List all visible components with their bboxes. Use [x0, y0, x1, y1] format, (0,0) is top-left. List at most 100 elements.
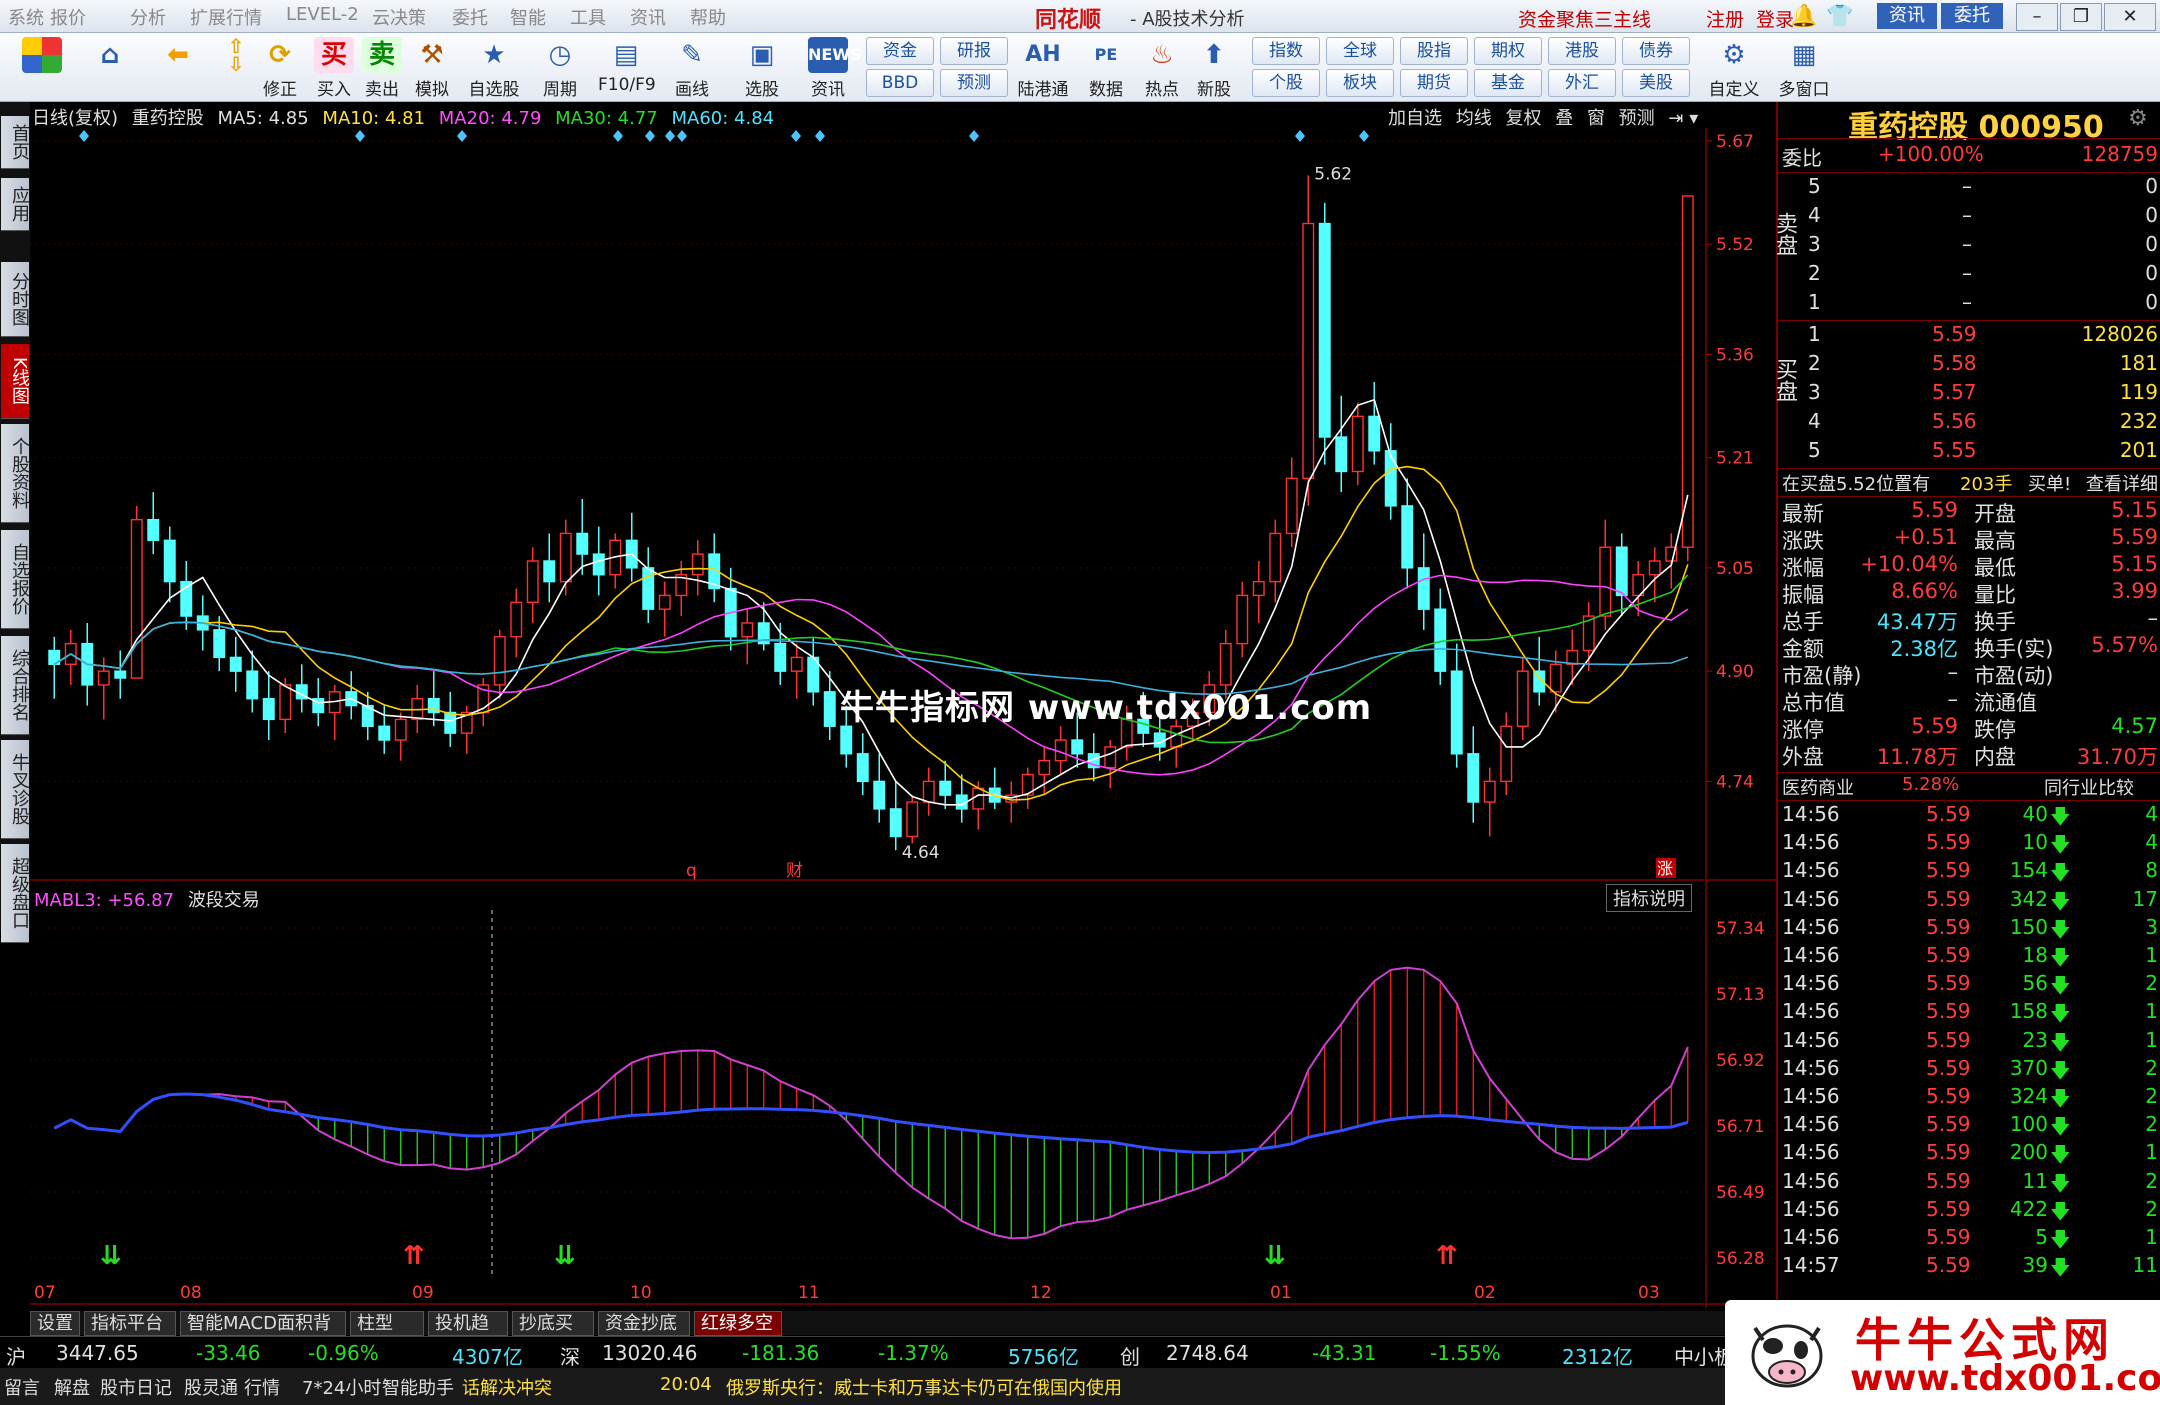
status-item[interactable]: 行情	[244, 1374, 280, 1400]
bond-button[interactable]: 债券	[1622, 37, 1690, 65]
close-button[interactable]: ✕	[2104, 3, 2156, 31]
tab-watch-quotes[interactable]: 自选报价	[1, 530, 30, 629]
multiwindow-button[interactable]: ▦ 多窗口	[1776, 37, 1832, 100]
menu-item[interactable]: 扩展行情	[190, 4, 262, 30]
news-headline[interactable]: 俄罗斯央行：威士卡和万事达卡仍可在俄国内使用	[726, 1374, 1122, 1400]
draw-button[interactable]: ✎ 画线	[664, 37, 720, 100]
status-item[interactable]: 解盘	[54, 1374, 90, 1400]
add-watch-button[interactable]: 加自选	[1388, 108, 1442, 129]
menu-item[interactable]: 分析	[130, 4, 166, 30]
indicator-tab[interactable]: 柱型KDJ	[350, 1311, 424, 1357]
candle-body	[922, 780, 935, 803]
tab-timeshare[interactable]: 分时图	[1, 262, 30, 337]
news-toolbar-button[interactable]: NEWS 资讯	[800, 37, 862, 100]
menu-item[interactable]: 智能	[510, 4, 546, 30]
stockindex-button[interactable]: 股指	[1400, 37, 1468, 65]
ipo-button[interactable]: ⬆ 新股	[1186, 37, 1242, 100]
menu-item[interactable]: 帮助	[690, 4, 726, 30]
tab-profile[interactable]: 个股资料	[1, 424, 30, 523]
menu-item[interactable]: 工具	[570, 4, 606, 30]
period-label[interactable]: 日线(复权)	[32, 108, 118, 129]
sell-button[interactable]: 卖卖出	[354, 37, 410, 100]
expand-icon[interactable]: ⇥ ▾	[1668, 108, 1698, 129]
research-button[interactable]: 研报	[940, 37, 1008, 65]
menu-item[interactable]: 报价	[50, 4, 86, 30]
index-button[interactable]: 指数	[1252, 37, 1320, 65]
sector-button[interactable]: 板块	[1326, 69, 1394, 97]
tab-kline[interactable]: K线图	[1, 344, 30, 419]
status-item[interactable]: 7*24小时	[302, 1374, 381, 1400]
menu-item[interactable]: 云决策	[372, 4, 426, 30]
restore-button[interactable]: ❐	[2060, 3, 2102, 31]
gear-icon[interactable]: ⚙	[2128, 106, 2148, 131]
indicator-tab[interactable]: 设置	[30, 1311, 80, 1336]
menu-bar: 系统 报价 分析 扩展行情 LEVEL-2 云决策 委托 智能 工具 资讯 帮助 同花顺 - A股技…	[0, 0, 2160, 33]
status-item[interactable]: 智能助手	[382, 1374, 454, 1400]
hk-button[interactable]: 港股	[1548, 37, 1616, 65]
tab-super-board[interactable]: 超级盘口	[1, 844, 30, 943]
f10-button[interactable]: ▤ F10/F9	[598, 37, 656, 99]
forecast-button[interactable]: 预测	[940, 69, 1008, 97]
home-icon[interactable]: ⌂	[82, 37, 138, 99]
tab-home[interactable]: 首页	[1, 116, 30, 169]
funds-button[interactable]: 基金	[1474, 69, 1542, 97]
us-button[interactable]: 美股	[1622, 69, 1690, 97]
options-button[interactable]: 期权	[1474, 37, 1542, 65]
indicator-tab[interactable]: 红绿多空	[694, 1311, 782, 1336]
indicator-tab[interactable]: 资金抄底	[598, 1311, 690, 1336]
futures-button[interactable]: 期货	[1400, 69, 1468, 97]
indicator-tab[interactable]: 指标平台	[84, 1311, 176, 1336]
connect-button[interactable]: AH 陆港通	[1015, 37, 1071, 100]
watchlist-button[interactable]: ★ 自选股	[466, 37, 522, 100]
bell-icon[interactable]: 🔔	[1790, 4, 1817, 29]
tab-diagnosis[interactable]: 牛叉诊股	[1, 740, 30, 839]
overlay-button[interactable]: 叠	[1555, 108, 1573, 129]
stock-button[interactable]: 个股	[1252, 69, 1320, 97]
indicator-help-button[interactable]: 指标说明	[1606, 884, 1692, 912]
register-link[interactable]: 注册	[1706, 5, 1744, 32]
global-button[interactable]: 全球	[1326, 37, 1394, 65]
forex-button[interactable]: 外汇	[1548, 69, 1616, 97]
login-link[interactable]: 登录	[1756, 5, 1794, 32]
trade-button[interactable]: 委托	[1941, 3, 2003, 29]
back-icon[interactable]: ⬅	[150, 37, 206, 99]
fix-button[interactable]: ⟳ 修正	[252, 37, 308, 100]
menu-item[interactable]: 系统	[8, 4, 44, 30]
adjust-button[interactable]: 复权	[1505, 108, 1541, 129]
window-button[interactable]: 窗	[1587, 108, 1605, 129]
quote-row: 外盘 11.78万 内盘 31.70万	[1782, 745, 2158, 769]
hot-button[interactable]: ♨ 热点	[1134, 37, 1190, 100]
sector-compare-link[interactable]: 同行业比较	[2044, 774, 2134, 800]
simulate-button[interactable]: ⚒ 模拟	[404, 37, 460, 100]
layout-icon[interactable]	[14, 37, 70, 99]
news-button[interactable]: 资讯	[1877, 3, 1937, 29]
quote-panel: 重药控股 000950 ⚙ 委比 +100.00% 128759 5–0 4–0 3…	[1772, 102, 2160, 1332]
promo-link[interactable]: 资金聚焦三主线	[1518, 5, 1651, 32]
indicator-tab[interactable]: 抄底买入	[512, 1311, 594, 1357]
status-item[interactable]: 留言	[4, 1374, 40, 1400]
minimize-button[interactable]: –	[2016, 3, 2058, 31]
fund-button[interactable]: 资金	[866, 37, 934, 65]
tab-apps[interactable]: 应用	[1, 178, 30, 231]
tab-ranking[interactable]: 综合排名	[1, 636, 30, 735]
detail-link[interactable]: 查看详细	[2086, 470, 2158, 496]
candle-body	[1104, 746, 1117, 769]
menu-item[interactable]: 委托	[452, 4, 488, 30]
bbd-button[interactable]: BBD	[866, 69, 934, 97]
predict-button[interactable]: 预测	[1619, 108, 1655, 129]
menu-item[interactable]: LEVEL-2	[286, 4, 359, 25]
indicator-tab[interactable]: 投机趋势	[428, 1311, 508, 1357]
indicator-tab[interactable]: 智能MACD面积背离	[180, 1311, 346, 1357]
menu-item[interactable]: 资讯	[630, 4, 666, 30]
headline-link[interactable]: 话解决冲突	[462, 1374, 552, 1400]
ma-button[interactable]: 均线	[1456, 108, 1492, 129]
shirt-icon[interactable]: 👕	[1826, 4, 1853, 29]
period-button[interactable]: ◷ 周期	[532, 37, 588, 100]
screener-button[interactable]: ▣ 选股	[734, 37, 790, 100]
status-item[interactable]: 股灵通	[184, 1374, 238, 1400]
status-item[interactable]: 股市日记	[100, 1374, 172, 1400]
candle-body	[444, 711, 457, 734]
data-button[interactable]: PE 数据	[1078, 37, 1134, 100]
custom-button[interactable]: ⚙ 自定义	[1706, 37, 1762, 100]
candle-body	[840, 725, 853, 755]
